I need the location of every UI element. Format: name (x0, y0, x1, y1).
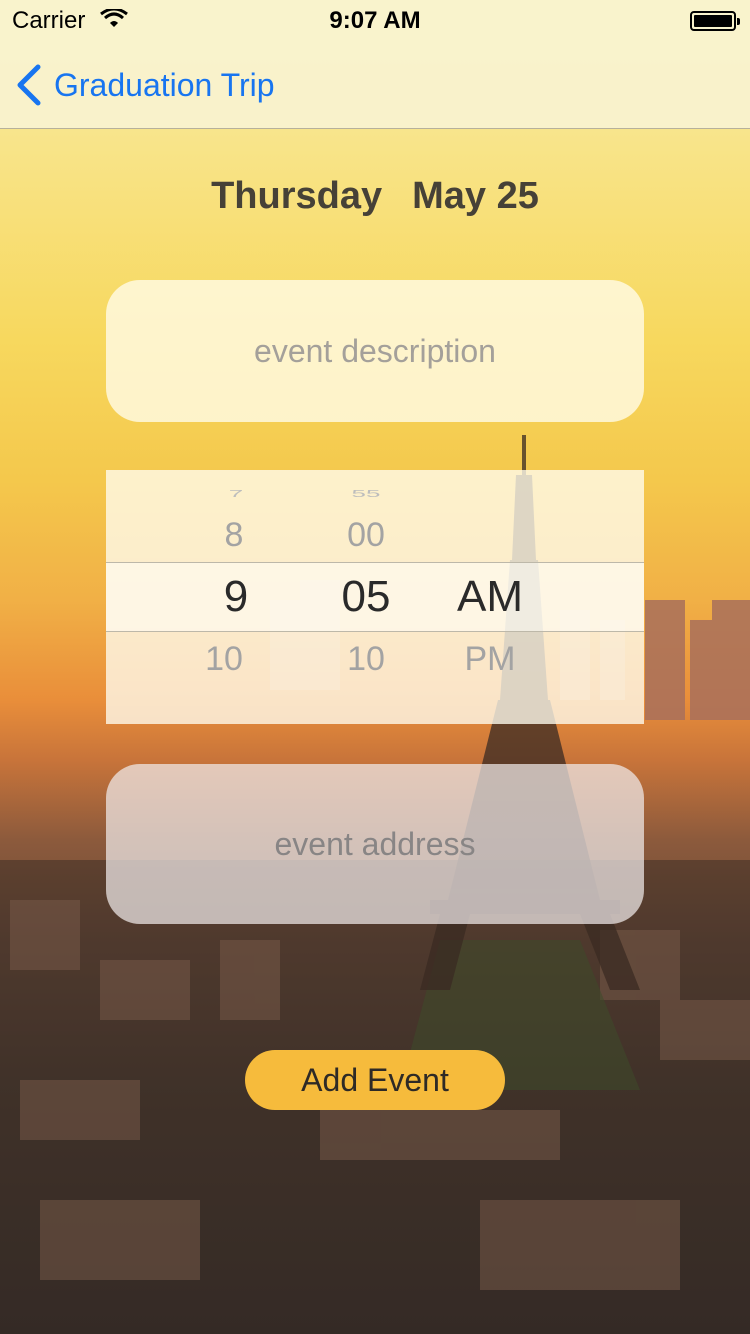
event-description-field[interactable]: event description (106, 280, 644, 422)
back-button-label: Graduation Trip (54, 66, 275, 103)
add-event-button[interactable]: Add Event (245, 1050, 505, 1110)
minute-selected[interactable]: 05 (306, 572, 426, 622)
battery-icon (690, 11, 740, 31)
status-time: 9:07 AM (329, 7, 421, 34)
time-picker[interactable]: 7 8 9 10 55 00 05 10 AM PM (106, 470, 644, 724)
date-header: Thursday May 25 (0, 175, 750, 218)
add-event-button-label: Add Event (301, 1061, 449, 1098)
minute-below[interactable]: 10 (306, 640, 426, 679)
hour-below[interactable]: 10 (164, 640, 284, 679)
hour-selected[interactable]: 9 (176, 572, 296, 622)
weekday-label: Thursday (211, 175, 383, 217)
month-day-label: May 25 (412, 175, 539, 217)
minute-above[interactable]: 00 (306, 516, 426, 555)
period-below[interactable]: PM (430, 640, 550, 679)
back-button[interactable]: Graduation Trip (14, 60, 275, 110)
period-selected[interactable]: AM (430, 572, 550, 622)
hour-far-above: 7 (228, 487, 244, 500)
minute-far-above: 55 (351, 487, 381, 500)
event-address-placeholder: event address (274, 825, 476, 862)
status-bar: Carrier 9:07 AM (0, 0, 750, 40)
event-description-placeholder: event description (254, 332, 496, 369)
event-address-field[interactable]: event address (106, 764, 644, 924)
hour-above[interactable]: 8 (174, 516, 294, 555)
chevron-left-icon (17, 64, 41, 106)
